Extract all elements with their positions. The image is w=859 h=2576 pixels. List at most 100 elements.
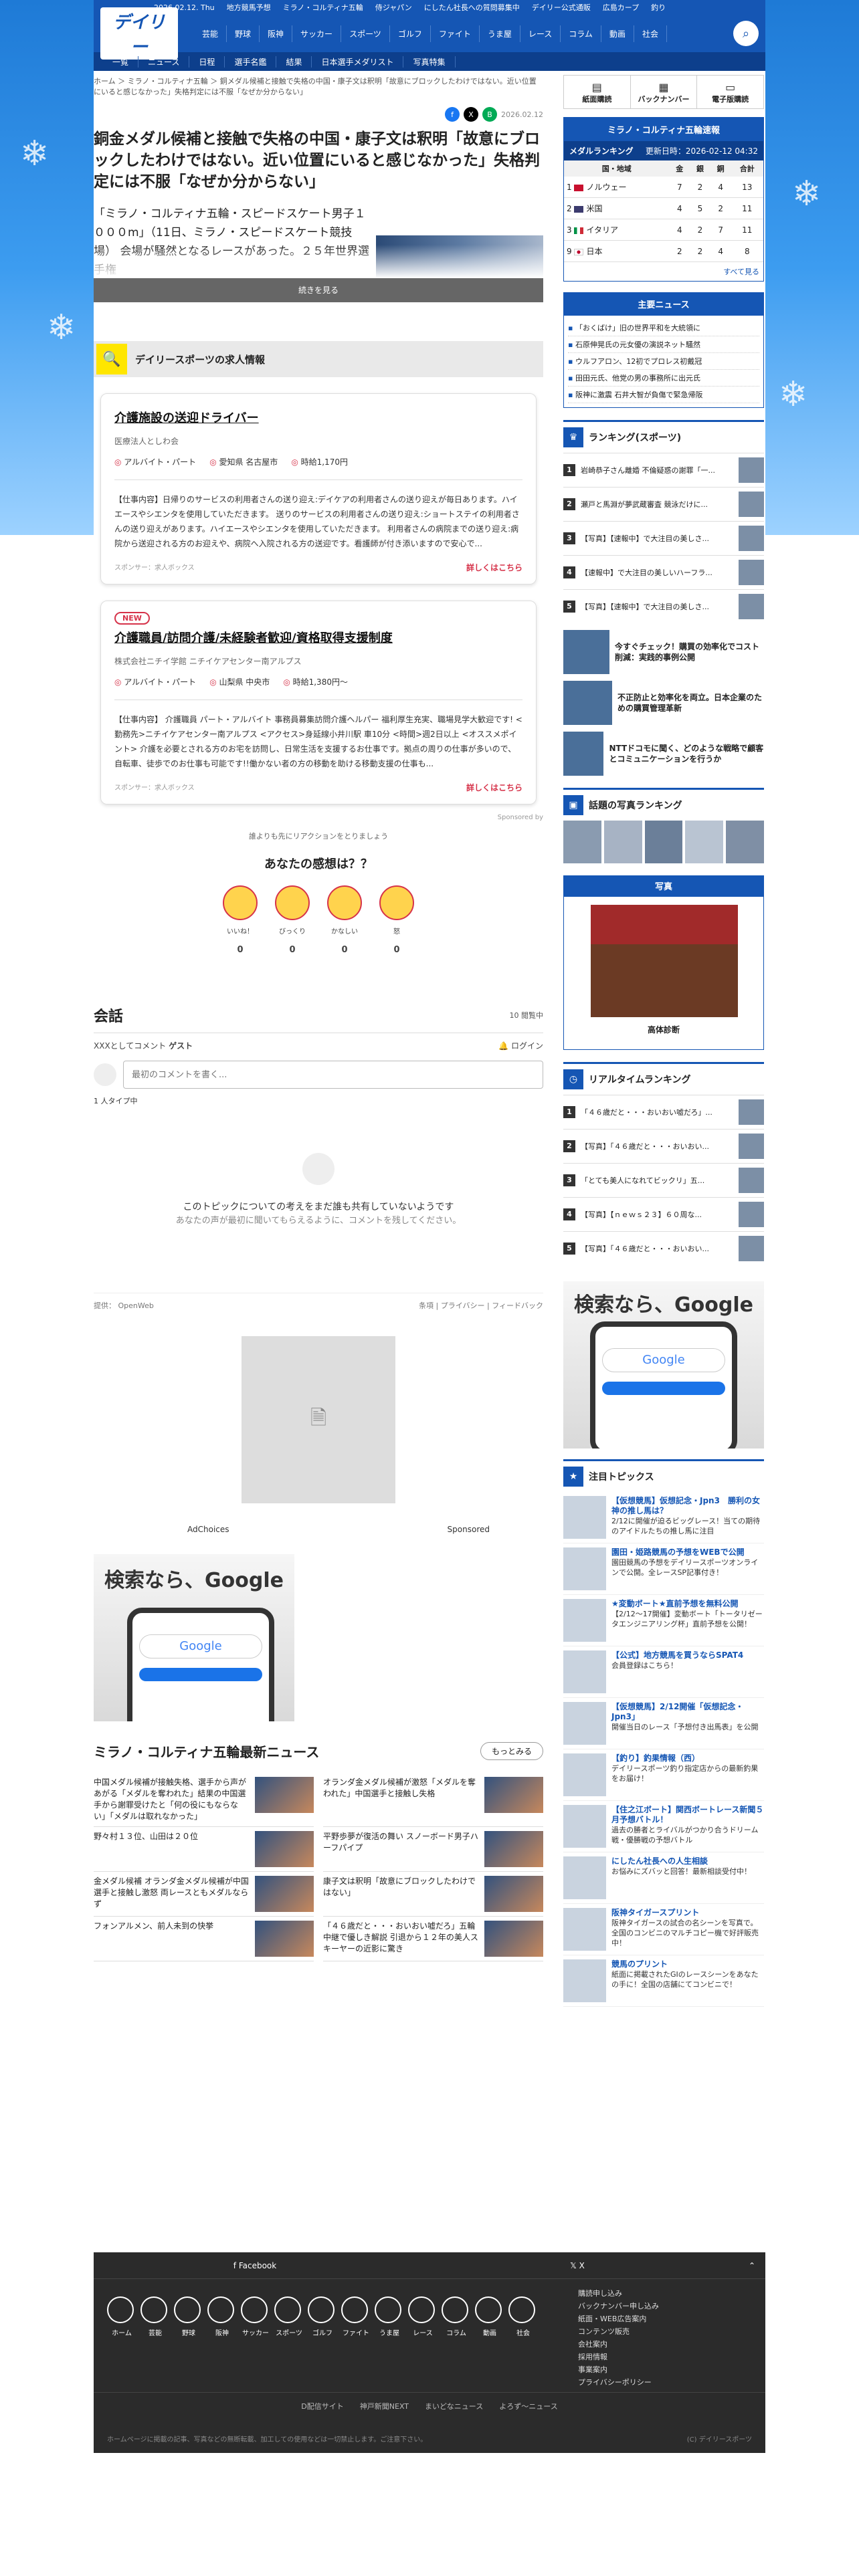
footer-nav-item[interactable]: コラム xyxy=(442,2296,471,2337)
topic-item[interactable]: 【仮想競馬】仮想記念・Jpn3 勝利の女神の推し馬は？ 2/12に開催が迫るビッグ… xyxy=(563,1492,764,1543)
ranking-item[interactable]: 4 【速報中】で大注目の美しいハーフラ... xyxy=(563,555,764,589)
nav-item[interactable]: サッカー xyxy=(292,25,342,42)
topic-item[interactable]: 【住之江ボート】関西ボートレース新聞５月予想バトル！ 過去の勝者とライバルがつかり… xyxy=(563,1801,764,1852)
footer-link[interactable]: バックナンバー申し込み xyxy=(578,2300,659,2313)
news-item[interactable]: 野々村１３位、山田は２０位 xyxy=(94,1827,314,1872)
job-card[interactable]: 介護施設の送迎ドライバー 医療法人としわ会 アルバイト・パート 愛知県 名古屋市… xyxy=(100,393,537,584)
x-share-icon[interactable]: X xyxy=(464,107,479,122)
main-news-item[interactable]: 阪神に激震 石井大智が負傷で緊急帰阪 xyxy=(568,387,759,403)
subnav-item[interactable]: 日程 xyxy=(189,56,225,68)
news-item[interactable]: 金メダル候補 オランダ金メダル候補が中国選手と接触し激怒 両レースともメダルなら… xyxy=(94,1872,314,1917)
nav-item[interactable]: 野球 xyxy=(227,25,260,42)
subnav-item[interactable]: 写真特集 xyxy=(403,56,456,68)
news-item[interactable]: フォンアルメン、前人未到の快挙 xyxy=(94,1917,314,1961)
top-link[interactable]: にしたん社長への質問募集中 xyxy=(424,2,520,13)
footer-link[interactable]: コンテンツ販売 xyxy=(578,2325,659,2338)
reaction-like[interactable]: いいね！ 0 xyxy=(223,885,258,955)
footer-nav-item[interactable]: 社会 xyxy=(508,2296,538,2337)
footer-link[interactable]: 採用情報 xyxy=(578,2351,659,2363)
subnav-item[interactable]: 日本選手メダリスト xyxy=(312,56,404,68)
job-title[interactable]: 介護施設の送迎ドライバー xyxy=(114,409,522,426)
search-button[interactable]: ⌕ xyxy=(733,21,759,46)
digital-subscribe-button[interactable]: ▭ 電子版購読 xyxy=(697,76,763,108)
photo-thumbnail[interactable] xyxy=(685,821,724,863)
footer-link[interactable]: 会社案内 xyxy=(578,2338,659,2351)
top-link[interactable]: デイリー公式通販 xyxy=(532,2,591,13)
job-details-link[interactable]: 詳しくはこちら xyxy=(466,782,522,793)
top-link[interactable]: 侍ジャパン xyxy=(375,2,412,13)
footer-link[interactable]: 紙面・WEB広告案内 xyxy=(578,2313,659,2325)
bell-icon[interactable]: 🔔 xyxy=(498,1041,508,1051)
job-details-link[interactable]: 詳しくはこちら xyxy=(466,562,522,573)
job-card[interactable]: NEW 介護職員/訪問介護/未経験者歓迎/資格取得支援制度 株式会社ニチイ学館 … xyxy=(100,601,537,804)
topic-item[interactable]: にしたん社長への人生相談 お悩みにズバッと回答！最新相談受付中！ xyxy=(563,1852,764,1904)
photo-thumbnail[interactable] xyxy=(603,821,642,863)
topic-item[interactable]: 競馬のプリント 紙面に掲載されたGIのレースシーンをあなたの手に！全国の店舗にてコ… xyxy=(563,1955,764,2007)
promo-item[interactable]: 今すぐチェック！購買の効率化でコスト削減：実践的事例公開 xyxy=(563,630,764,674)
breadcrumb[interactable]: ホーム ＞ ミラノ・コルティナ五輪 ＞ 銅メダル候補と接触で失格の中国・康子文は… xyxy=(94,71,543,103)
ranking-item[interactable]: 2 瀬戸と馬淵が夢武蔵審査 競泳だけに... xyxy=(563,487,764,521)
nav-item[interactable]: 動画 xyxy=(601,25,634,42)
nav-item[interactable]: 社会 xyxy=(634,25,667,42)
news-item[interactable]: オランダ金メダル候補が激怒「メダルを奪われた」中国選手と接触し失格 xyxy=(323,1773,543,1827)
scroll-top-button[interactable]: ⌃ xyxy=(739,2252,765,2278)
footer-nav-item[interactable]: サッカー xyxy=(241,2296,270,2337)
footer-nav-item[interactable]: ゴルフ xyxy=(308,2296,337,2337)
reaction-angry[interactable]: 怒0 xyxy=(379,885,414,955)
footer-nav-home[interactable]: ホーム xyxy=(107,2296,136,2337)
nav-item[interactable]: 阪神 xyxy=(260,25,293,42)
more-button[interactable]: もっとみる xyxy=(480,1742,543,1760)
job-title[interactable]: 介護職員/訪問介護/未経験者歓迎/資格取得支援制度 xyxy=(114,629,522,646)
medal-more-link[interactable]: すべて見る xyxy=(564,262,763,281)
footer-nav-item[interactable]: 阪神 xyxy=(207,2296,237,2337)
ad-placeholder[interactable]: 🗎 xyxy=(242,1336,395,1503)
sister-link[interactable]: 神戸新聞NEXT xyxy=(360,2401,409,2411)
topic-item[interactable]: 園田・姫路競馬の予想をWEBで公開 園田競馬の予想をデイリースポーツオンラインで公… xyxy=(563,1543,764,1595)
topic-item[interactable]: 【仮想競馬】2/12開催「仮想記念・Jpn3」 開催当日のレース「予想付き出馬表」… xyxy=(563,1698,764,1749)
promo-item[interactable]: NTTドコモに聞く、どのような戦略で顧客とコミュニケーションを行うか xyxy=(563,732,764,776)
google-ad-side[interactable]: 検索なら、Google Google xyxy=(563,1281,764,1448)
topic-item[interactable]: ★変動ボート★直前予想を無料公開 【2/12〜17開催】変動ボート「トータリゼータ… xyxy=(563,1595,764,1646)
sister-link[interactable]: よろず～ニュース xyxy=(499,2401,557,2411)
back-number-button[interactable]: ▦ バックナンバー xyxy=(631,76,698,108)
facebook-share-icon[interactable]: f xyxy=(445,107,460,122)
footer-nav-item[interactable]: 動画 xyxy=(475,2296,504,2337)
topic-item[interactable]: 阪神タイガースプリント 阪神タイガースの試合の名シーンを写真で。全国のコンビニのマ… xyxy=(563,1904,764,1955)
site-logo[interactable]: デイリー xyxy=(100,7,178,60)
ranking-item[interactable]: 3 【写真】【速報中】で大注目の美しさ... xyxy=(563,521,764,555)
openweb-links[interactable]: 条項 | プライバシー | フィードバック xyxy=(419,1300,543,1311)
main-news-item[interactable]: ウルフアロン、12初でプロレス初戴冠 xyxy=(568,353,759,370)
ranking-item[interactable]: 4 【写真】【ｎｅｗｓ２３】６０周な... xyxy=(563,1197,764,1231)
ranking-item[interactable]: 2 【写真】「４６歳だと・・・おいおい... xyxy=(563,1129,764,1163)
nav-item[interactable]: ファイト xyxy=(431,25,480,42)
reaction-sad[interactable]: かなしい 0 xyxy=(327,885,362,955)
topic-item[interactable]: 【釣り】釣果情報（西） デイリースポーツ釣り指定店からの最新釣果をお届け！ xyxy=(563,1749,764,1801)
promo-item[interactable]: 不正防止と効率化を両立。日本企業のための購買管理革新 xyxy=(563,681,764,725)
main-news-item[interactable]: 石原伸晃氏の元女優の演説ネット騒然 xyxy=(568,336,759,353)
news-item[interactable]: 「４６歳だと・・・おいおい嘘だろ」五輪中継で優しき解説 引退から１２年の美人スキ… xyxy=(323,1917,543,1961)
subnav-item[interactable]: 選手名鑑 xyxy=(225,56,277,68)
footer-nav-item[interactable]: レース xyxy=(408,2296,438,2337)
footer-link[interactable]: プライバシーポリシー xyxy=(578,2376,659,2389)
ranking-item[interactable]: 1 岩崎恭子さん離婚 不倫疑惑の謝罪「一... xyxy=(563,453,764,487)
sister-link[interactable]: まいどなニュース xyxy=(425,2401,483,2411)
footer-link[interactable]: 事業案内 xyxy=(578,2363,659,2376)
photo-thumbnail[interactable] xyxy=(726,821,764,863)
footer-nav-item[interactable]: スポーツ xyxy=(274,2296,304,2337)
ranking-item[interactable]: 5 【写真】「４６歳だと・・・おいおい... xyxy=(563,1231,764,1265)
ranking-item[interactable]: 5 【写真】【速報中】で大注目の美しさ... xyxy=(563,589,764,623)
main-news-item[interactable]: 田田元氏、他党の男の事務所に出元氏 xyxy=(568,370,759,387)
footer-nav-item[interactable]: ファイト xyxy=(341,2296,371,2337)
top-link[interactable]: 釣り xyxy=(651,2,666,13)
news-item[interactable]: 平野歩夢が復活の舞い スノーボード男子ハーフパイプ xyxy=(323,1827,543,1872)
subnav-item[interactable]: 一覧 xyxy=(103,56,139,68)
x-link[interactable]: 𝕏 X xyxy=(416,2252,739,2278)
facebook-link[interactable]: f Facebook xyxy=(94,2252,416,2278)
photo-thumbnail[interactable] xyxy=(563,821,601,863)
adchoices-link[interactable]: AdChoices xyxy=(187,1525,229,1534)
nav-item[interactable]: スポーツ xyxy=(341,25,390,42)
carousel-image[interactable] xyxy=(591,905,738,1017)
login-link[interactable]: ログイン xyxy=(511,1041,543,1051)
nav-item[interactable]: レース xyxy=(520,25,561,42)
topic-item[interactable]: 【公式】地方競馬を買うならSPAT4 会員登録はこちら！ xyxy=(563,1646,764,1698)
